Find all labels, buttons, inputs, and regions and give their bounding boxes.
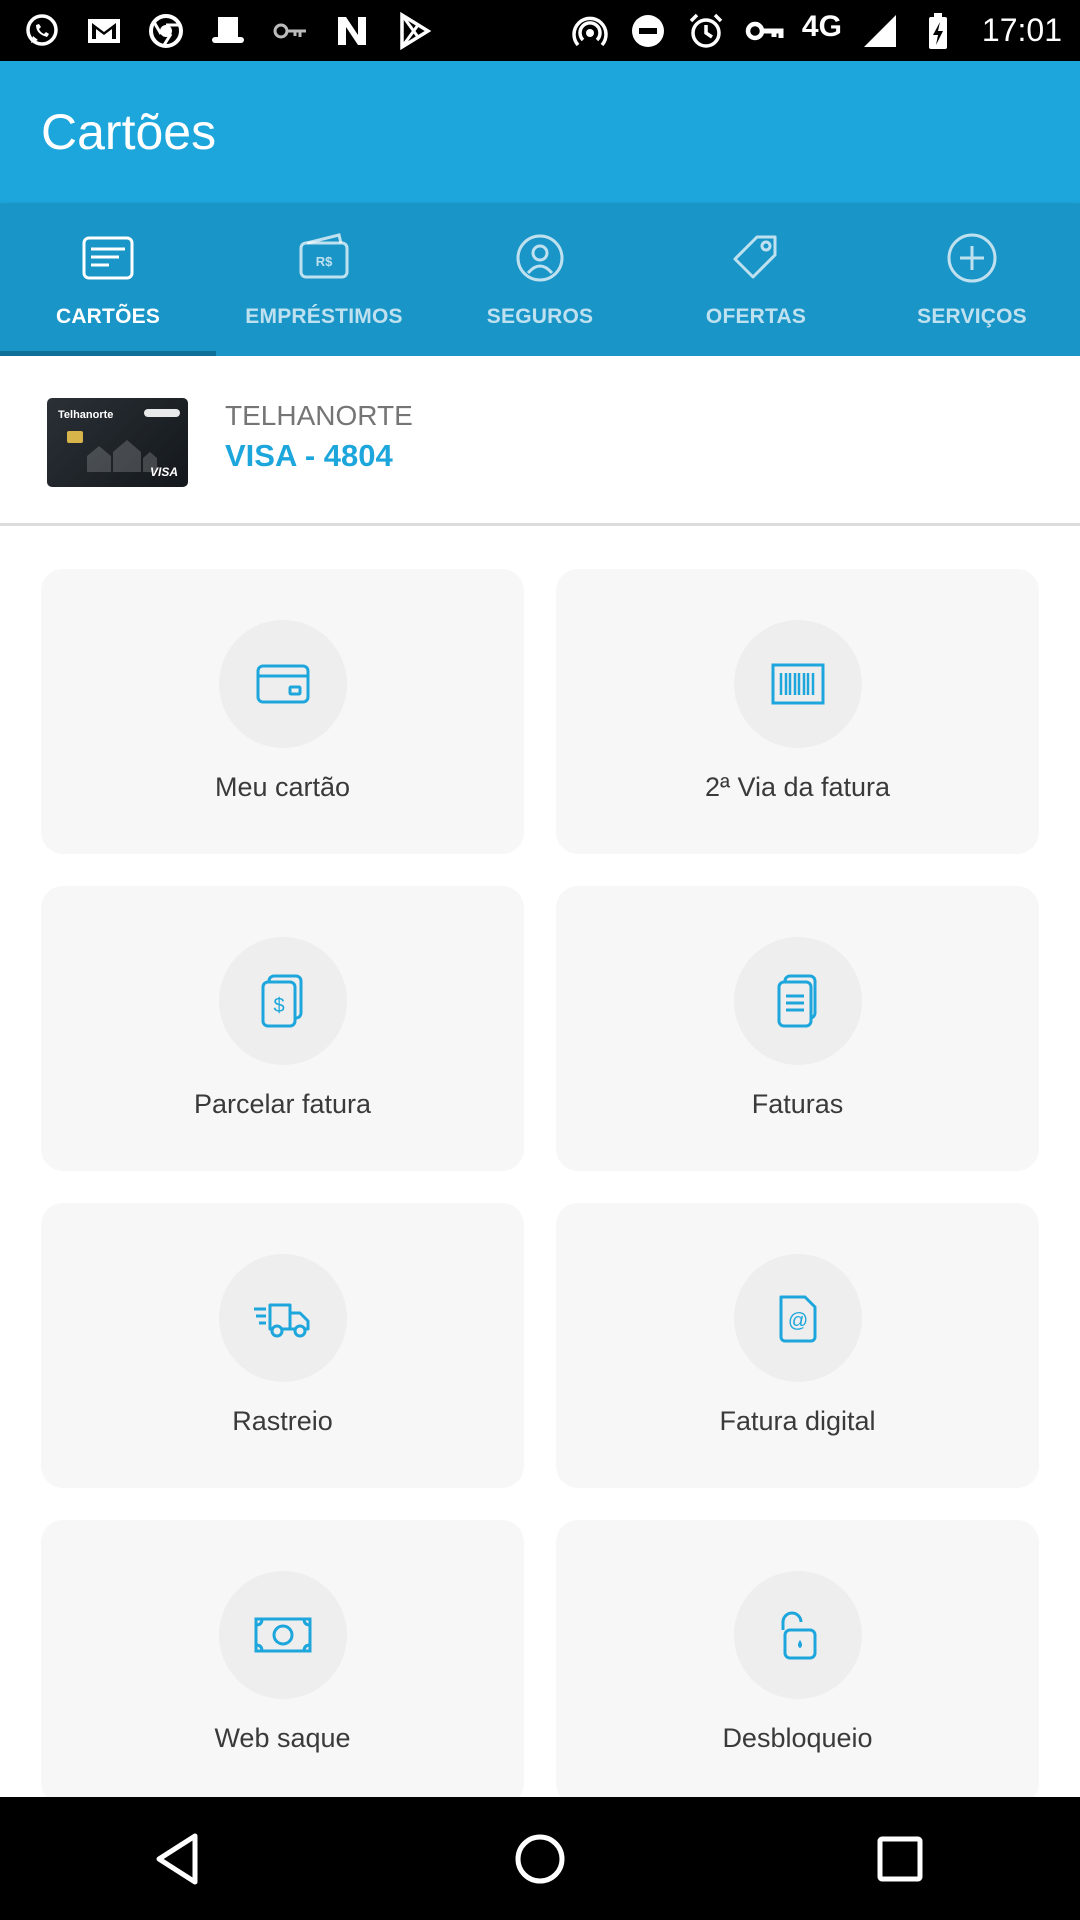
network-type: 4G: [801, 9, 842, 43]
tab-label: SEGUROS: [486, 305, 594, 328]
delivery-truck-icon: [254, 1303, 310, 1338]
tile-label: Fatura digital: [719, 1406, 876, 1436]
unlock-icon: [781, 1611, 817, 1660]
navigation-bar: [0, 1797, 1080, 1920]
tab-label: EMPRÉSTIMOS: [245, 305, 403, 328]
tab-label: SERVIÇOS: [917, 305, 1027, 328]
card-partner-logo: [144, 409, 180, 417]
back-button[interactable]: [135, 1814, 225, 1904]
tab-seguros[interactable]: SEGUROS: [432, 203, 648, 356]
fatura-digital-tile[interactable]: @ Fatura digital: [556, 1203, 1039, 1488]
home-icon: [515, 1834, 565, 1883]
card-chip: [67, 431, 83, 443]
rastreio-tile[interactable]: Rastreio: [41, 1203, 524, 1488]
recents-icon: [877, 1836, 923, 1881]
faturas-tile[interactable]: Faturas: [556, 886, 1039, 1171]
battery-icon: [918, 11, 958, 51]
icon-circle: [734, 937, 862, 1065]
alarm-icon: [686, 11, 726, 51]
tab-label: OFERTAS: [705, 305, 807, 328]
tab-cartoes[interactable]: CARTÕES: [0, 203, 216, 356]
segunda-via-fatura-tile[interactable]: 2ª Via da fatura: [556, 569, 1039, 854]
tag-icon: [727, 229, 785, 287]
tile-label: 2ª Via da fatura: [704, 772, 891, 802]
icon-circle: [219, 620, 347, 748]
documents-icon: [777, 974, 817, 1028]
chrome-icon: [146, 11, 186, 51]
tile-label: Desbloqueio: [722, 1723, 873, 1753]
credit-card-icon: [256, 664, 310, 704]
whatsapp-icon: [22, 11, 62, 51]
tile-label: Faturas: [751, 1089, 844, 1119]
person-shield-icon: [511, 229, 569, 287]
status-bar: 4G 17:01: [0, 0, 1080, 61]
card-number: VISA - 4804: [225, 438, 393, 473]
svg-text:$: $: [273, 995, 284, 1017]
icon-circle: [734, 620, 862, 748]
vpn-key-icon: [744, 11, 784, 51]
tab-emprestimos[interactable]: R$ EMPRÉSTIMOS: [216, 203, 432, 356]
play-store-icon: [394, 11, 434, 51]
wallet-icon: R$: [295, 229, 353, 287]
tile-label: Meu cartão: [214, 772, 351, 802]
icon-circle: [219, 1571, 347, 1699]
back-icon: [156, 1833, 198, 1884]
tile-label: Web saque: [214, 1723, 351, 1753]
card-network-logo: VISA: [149, 465, 178, 479]
tab-bar: CARTÕES R$ EMPRÉSTIMOS SEGUROS OFERTAS S…: [0, 203, 1080, 356]
do-not-disturb-icon: [628, 11, 668, 51]
home-button[interactable]: [495, 1814, 585, 1904]
tile-label: Rastreio: [232, 1406, 333, 1436]
plus-circle-icon: [943, 229, 1001, 287]
hat-icon: [208, 11, 248, 51]
clock: 17:01: [981, 12, 1062, 48]
tab-ofertas[interactable]: OFERTAS: [648, 203, 864, 356]
card-house-pattern: [87, 440, 157, 472]
recents-button[interactable]: [855, 1814, 945, 1904]
card-issuer: TELHANORTE: [225, 400, 413, 431]
meu-cartao-tile[interactable]: Meu cartão: [41, 569, 524, 854]
icon-circle: [219, 1254, 347, 1382]
gmail-icon: [84, 11, 124, 51]
card-list-icon: [79, 229, 137, 287]
app-bar: Cartões: [0, 61, 1080, 203]
tab-servicos[interactable]: SERVIÇOS: [864, 203, 1080, 356]
icon-circle: $: [219, 937, 347, 1065]
selected-card[interactable]: Telhanorte VISA TELHANORTE VISA - 4804: [0, 356, 1080, 526]
card-thumbnail: Telhanorte VISA: [47, 398, 188, 487]
system-icons: 4G 17:01: [570, 9, 1080, 51]
hotspot-icon: [570, 11, 610, 51]
page-title: Cartões: [41, 104, 217, 160]
tab-label: CARTÕES: [55, 305, 161, 328]
n-app-icon: [332, 11, 372, 51]
svg-text:R$: R$: [316, 254, 333, 269]
svg-text:@: @: [788, 1310, 808, 1332]
email-document-icon: @: [779, 1295, 817, 1343]
tile-label: Parcelar fatura: [193, 1089, 372, 1119]
icon-circle: [734, 1571, 862, 1699]
parcelar-fatura-tile[interactable]: $ Parcelar fatura: [41, 886, 524, 1171]
key-icon: [270, 11, 310, 51]
icon-circle: @: [734, 1254, 862, 1382]
banknote-icon: [254, 1617, 312, 1653]
web-saque-tile[interactable]: Web saque: [41, 1520, 524, 1805]
desbloqueio-tile[interactable]: Desbloqueio: [556, 1520, 1039, 1805]
card-brand-logo: Telhanorte: [58, 409, 114, 421]
barcode-icon: [771, 663, 825, 705]
signal-icon: [860, 11, 900, 51]
notification-icons: [0, 11, 434, 51]
dollar-document-icon: $: [261, 974, 303, 1028]
card-actions-grid: Meu cartão 2ª Via da fatura $ Parcelar f…: [41, 569, 1039, 1805]
